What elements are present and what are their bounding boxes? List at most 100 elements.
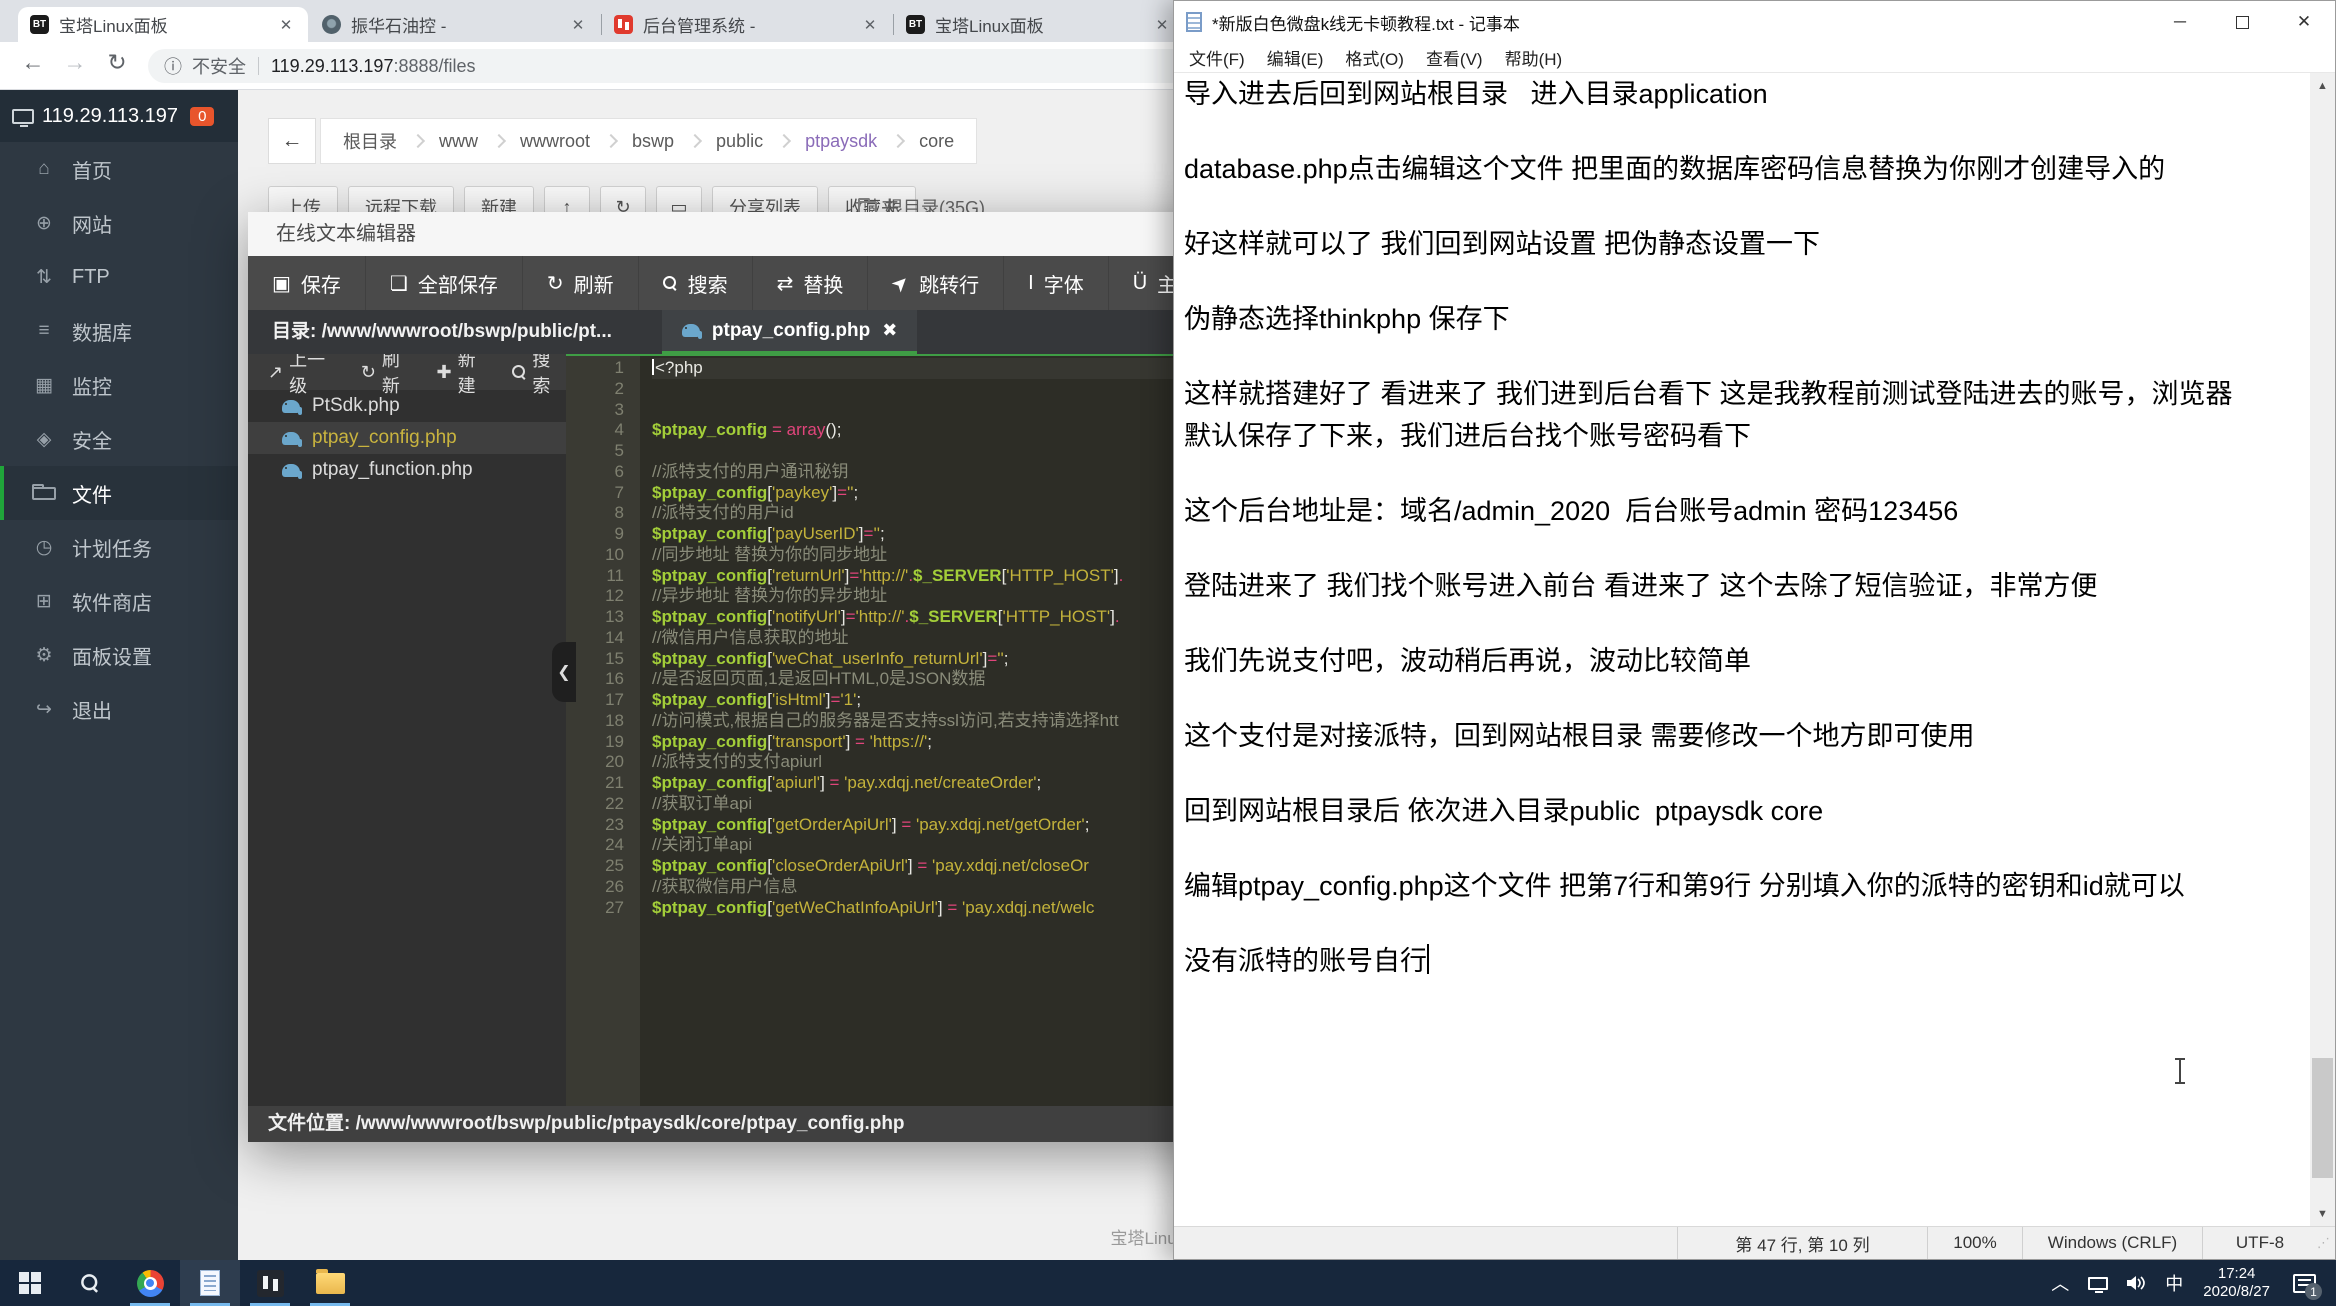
volume-icon[interactable] [2119, 1260, 2153, 1306]
editor-dir-label[interactable]: 目录: /www/wwwroot/bswp/public/pt... [248, 310, 636, 354]
logout-icon: ↪ [36, 698, 52, 720]
browser-tab[interactable]: 振华石油控 - ✕ [310, 7, 600, 42]
sidebar-item-面板设置[interactable]: ⚙ 面板设置 [0, 628, 238, 682]
code-token: 'https://' [869, 731, 928, 751]
breadcrumb-item[interactable]: ptpaysdk [789, 131, 893, 152]
menu-item-3[interactable]: 查看(V) [1415, 45, 1494, 70]
scrollbar-thumb[interactable] [2312, 1058, 2333, 1178]
taskbar-chrome-button[interactable] [120, 1260, 180, 1306]
save-icon: ▣ [272, 272, 291, 295]
info-icon[interactable]: ⓘ [164, 53, 182, 79]
maximize-button[interactable] [2211, 1, 2273, 43]
message-badge[interactable]: 0 [190, 106, 215, 126]
breadcrumb-item[interactable]: bswp [616, 131, 690, 152]
tab-close-icon[interactable]: ✕ [276, 16, 296, 34]
code-token: 'notifyUrl' [771, 607, 841, 626]
browser-tab[interactable]: BT 宝塔Linux面板 ✕ [18, 7, 308, 42]
breadcrumb-item[interactable]: 根目录 [327, 128, 413, 154]
scroll-down-icon[interactable]: ▼ [2310, 1201, 2335, 1226]
tree-file-item[interactable]: ptpay_function.php [248, 454, 566, 486]
tree-collapse-handle[interactable]: ❮ [552, 642, 576, 702]
breadcrumb-item[interactable]: public [700, 131, 779, 152]
close-icon[interactable]: ✖ [882, 320, 897, 341]
sidebar-item-退出[interactable]: ↪ 退出 [0, 682, 238, 736]
action-center-button[interactable]: 1 [2282, 1260, 2326, 1306]
taskbar-clock[interactable]: 17:24 2020/8/27 [2195, 1265, 2278, 1301]
breadcrumb-back-button[interactable]: ← [268, 118, 316, 164]
sidebar-item-数据库[interactable]: ≡ 数据库 [0, 304, 238, 358]
editor-toolbar-refresh[interactable]: ↻ 刷新 [523, 256, 639, 310]
tab-close-icon[interactable]: ✕ [1152, 16, 1172, 34]
menu-item-1[interactable]: 编辑(E) [1256, 45, 1335, 70]
line-number: 11 [606, 565, 624, 585]
menu-item-4[interactable]: 帮助(H) [1494, 45, 1574, 70]
menu-item-2[interactable]: 格式(O) [1334, 45, 1415, 70]
notepad-scrollbar[interactable]: ▲ ▼ [2310, 73, 2335, 1226]
back-icon[interactable]: ← [16, 49, 50, 76]
taskbar-app-button[interactable] [240, 1260, 300, 1306]
taskbar-search-button[interactable] [60, 1260, 120, 1306]
tree-file-item[interactable]: PtSdk.php [248, 390, 566, 422]
code-token: ; [856, 690, 862, 709]
reload-icon[interactable]: ↻ [100, 49, 134, 76]
code-token: 'isHtml' [771, 690, 826, 709]
network-icon[interactable] [2081, 1260, 2115, 1306]
sidebar-item-label: 数据库 [72, 322, 132, 345]
notepad-title: *新版白色微盘k线无卡顿教程.txt - 记事本 [1212, 14, 1520, 34]
code-token: = [942, 897, 962, 917]
editor-toolbar-font[interactable]: I 字体 [1004, 256, 1109, 310]
replace-icon: ⇄ [776, 272, 794, 295]
editor-toolbar-save[interactable]: ▣ 保存 [248, 256, 366, 310]
tray-chevron-icon[interactable]: ︿ [2043, 1260, 2077, 1306]
line-number: 21 [605, 773, 624, 792]
scroll-up-icon[interactable]: ▲ [2310, 73, 2335, 98]
ime-indicator[interactable]: 中 [2157, 1260, 2191, 1306]
editor-file-tab[interactable]: ptpay_config.php ✖ [661, 310, 918, 354]
tab-close-icon[interactable]: ✕ [568, 16, 588, 34]
code-token: //微信用户信息获取的地址 [652, 627, 849, 647]
code-token: 'getWeChatInfoApiUrl' [771, 897, 938, 917]
editor-toolbar-goto-line[interactable]: ➤ 跳转行 [868, 256, 1005, 310]
status-encoding: UTF-8 [2202, 1227, 2317, 1259]
sidebar-item-安全[interactable]: ◈ 安全 [0, 412, 238, 466]
php-icon [282, 399, 302, 415]
search-icon [512, 364, 526, 380]
editor-toolbar-save-all[interactable]: ❏ 全部保存 [366, 256, 523, 310]
tree-file-name: ptpay_config.php [312, 427, 457, 448]
tree-file-item[interactable]: ptpay_config.php [248, 422, 566, 454]
notepad-text-area[interactable]: 导入进去后回到网站根目录 进入目录application database.php… [1184, 73, 2244, 1226]
editor-toolbar-search[interactable]: 搜索 [639, 256, 753, 310]
line-number: 6 [614, 461, 624, 481]
forward-icon[interactable]: → [58, 49, 92, 76]
breadcrumb-item[interactable]: wwwroot [504, 131, 606, 152]
breadcrumb-item[interactable]: www [423, 131, 494, 152]
menu-item-0[interactable]: 文件(F) [1178, 45, 1256, 70]
php-icon [681, 324, 702, 339]
sidebar-item-计划任务[interactable]: ◷ 计划任务 [0, 520, 238, 574]
php-icon [282, 463, 302, 479]
code-token: 'pay.xdqj.net/createOrder' [844, 773, 1037, 792]
notepad-title-bar[interactable]: *新版白色微盘k线无卡顿教程.txt - 记事本 ─ ✕ [1174, 1, 2335, 43]
code-token: //是否返回页面,1是返回HTML,0是JSON数据 [652, 669, 986, 689]
code-token: $ptpay_config [652, 773, 768, 792]
taskbar-notepad-button[interactable] [180, 1260, 240, 1306]
close-button[interactable]: ✕ [2273, 1, 2335, 43]
sidebar-item-首页[interactable]: ⌂ 首页 [0, 142, 238, 196]
tab-close-icon[interactable]: ✕ [860, 16, 880, 34]
sidebar-item-文件[interactable]: 文件 [0, 466, 238, 520]
bt-host-row[interactable]: 119.29.113.197 0 [0, 90, 238, 142]
sidebar-item-网站[interactable]: ⊕ 网站 [0, 196, 238, 250]
sidebar-item-监控[interactable]: ▦ 监控 [0, 358, 238, 412]
line-number: 2 [614, 378, 624, 398]
breadcrumb-item[interactable]: core [903, 131, 970, 152]
taskbar-explorer-button[interactable] [300, 1260, 360, 1306]
sidebar-item-FTP[interactable]: ⇅ FTP [0, 250, 238, 304]
notepad-window: *新版白色微盘k线无卡顿教程.txt - 记事本 ─ ✕ 文件(F) 编辑(E) 格… [1173, 0, 2336, 1260]
editor-toolbar-replace[interactable]: ⇄ 替换 [753, 256, 869, 310]
start-button[interactable] [0, 1260, 60, 1306]
theme-icon: Ü [1132, 271, 1148, 294]
browser-tab[interactable]: BT 宝塔Linux面板 ✕ [893, 7, 1184, 42]
minimize-button[interactable]: ─ [2149, 1, 2211, 43]
sidebar-item-软件商店[interactable]: ⊞ 软件商店 [0, 574, 238, 628]
browser-tab[interactable]: 后台管理系统 - ✕ [601, 7, 892, 42]
